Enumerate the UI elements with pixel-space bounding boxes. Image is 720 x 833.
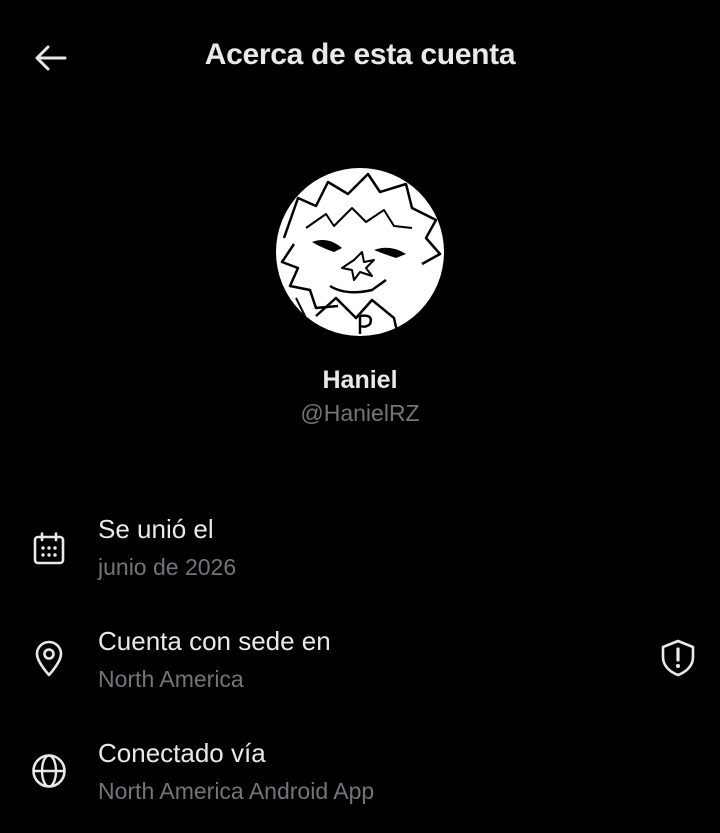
calendar-icon [30,530,68,568]
location-label: Cuenta con sede en [98,626,331,656]
connected-via-label: Conectado vía [98,738,266,768]
connected-via-value: North America Android App [98,778,375,804]
username-handle: @HanielRZ [300,400,420,426]
joined-value: junio de 2026 [98,554,237,580]
globe-icon [30,752,68,790]
about-account-screen: Acerca de esta cuenta Haniel @HanielRZ S… [0,0,720,833]
display-name: Haniel [322,366,398,394]
avatar[interactable] [276,168,444,336]
page-title: Acerca de esta cuenta [204,38,516,71]
connected-via-row: Conectado vía North America Android App [0,736,720,816]
account-location-row: Cuenta con sede en North America [0,624,720,704]
avatar-drawing [280,172,442,336]
shield-alert-icon[interactable] [658,638,698,678]
location-pin-icon [30,640,68,678]
joined-label: Se unió el [98,514,214,544]
location-value: North America [98,666,244,692]
header: Acerca de esta cuenta [0,0,720,112]
joined-date-row: Se unió el junio de 2026 [0,512,720,592]
